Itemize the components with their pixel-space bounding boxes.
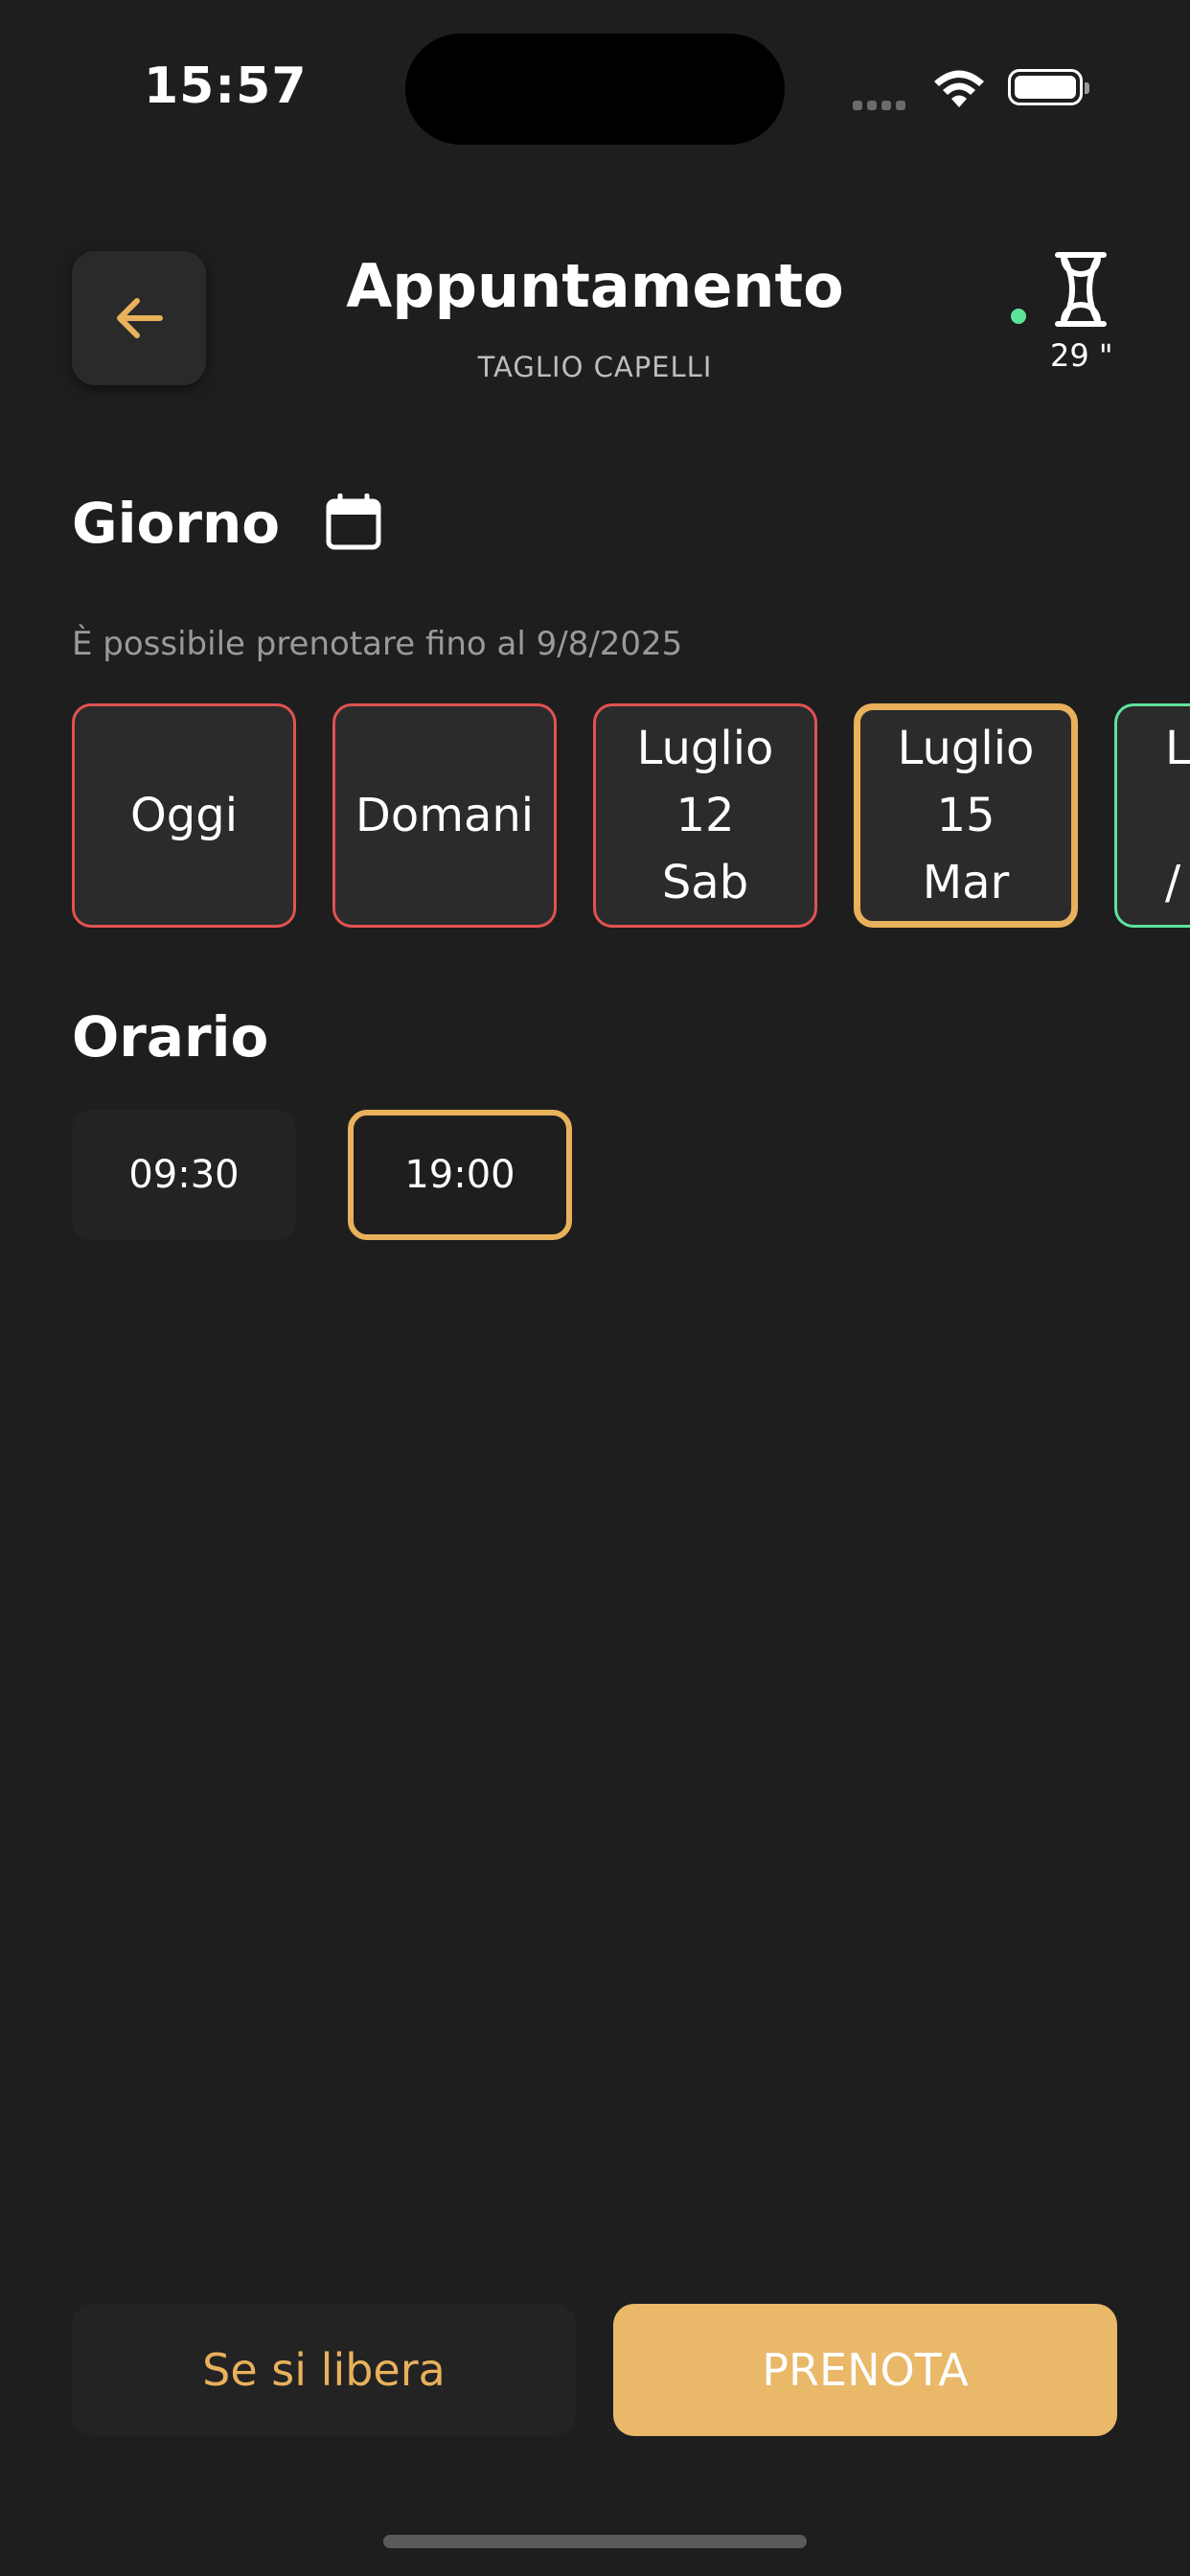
day-number: 12 bbox=[675, 789, 735, 842]
day-option-today[interactable]: Oggi bbox=[72, 703, 296, 928]
time-slot[interactable]: 09:30 bbox=[72, 1110, 296, 1240]
page-title: Appuntamento bbox=[346, 251, 844, 321]
day-section-title: Giorno bbox=[72, 491, 281, 556]
arrow-left-icon bbox=[117, 298, 163, 338]
countdown-timer: 29 " bbox=[1050, 337, 1113, 374]
day-month: Luglio bbox=[897, 722, 1035, 775]
day-month: Luglio bbox=[636, 722, 774, 775]
calendar-icon[interactable] bbox=[326, 494, 381, 551]
home-indicator[interactable] bbox=[383, 2535, 807, 2548]
hourglass-icon bbox=[1055, 252, 1107, 327]
day-option-jul-12[interactable]: Luglio 12 Sab bbox=[593, 703, 817, 928]
day-weekday: Mar bbox=[922, 856, 1010, 909]
dynamic-island bbox=[405, 34, 785, 145]
day-label: Domani bbox=[355, 789, 535, 842]
timer-status-dot bbox=[1011, 309, 1026, 324]
battery-icon bbox=[1008, 69, 1089, 105]
day-month: L bbox=[1165, 722, 1190, 775]
day-number: 15 bbox=[936, 789, 995, 842]
day-weekday: Sab bbox=[661, 856, 749, 909]
time-slot-selected[interactable]: 19:00 bbox=[348, 1110, 572, 1240]
waitlist-button[interactable]: Se si libera bbox=[72, 2304, 576, 2436]
day-option-next[interactable]: L / bbox=[1114, 703, 1190, 928]
booking-limit-note: È possibile prenotare fino al 9/8/2025 bbox=[72, 625, 683, 663]
service-subtitle: TAGLIO CAPELLI bbox=[477, 351, 713, 383]
day-weekday: / bbox=[1165, 856, 1181, 909]
day-label: Oggi bbox=[129, 789, 239, 842]
wifi-icon bbox=[934, 70, 984, 107]
book-button[interactable]: PRENOTA bbox=[613, 2304, 1117, 2436]
time-section-title: Orario bbox=[72, 1004, 269, 1070]
cellular-signal-icon bbox=[853, 96, 916, 110]
back-button[interactable] bbox=[72, 251, 206, 385]
day-option-tomorrow[interactable]: Domani bbox=[332, 703, 557, 928]
status-time: 15:57 bbox=[144, 58, 308, 115]
day-option-jul-15[interactable]: Luglio 15 Mar bbox=[854, 703, 1078, 928]
